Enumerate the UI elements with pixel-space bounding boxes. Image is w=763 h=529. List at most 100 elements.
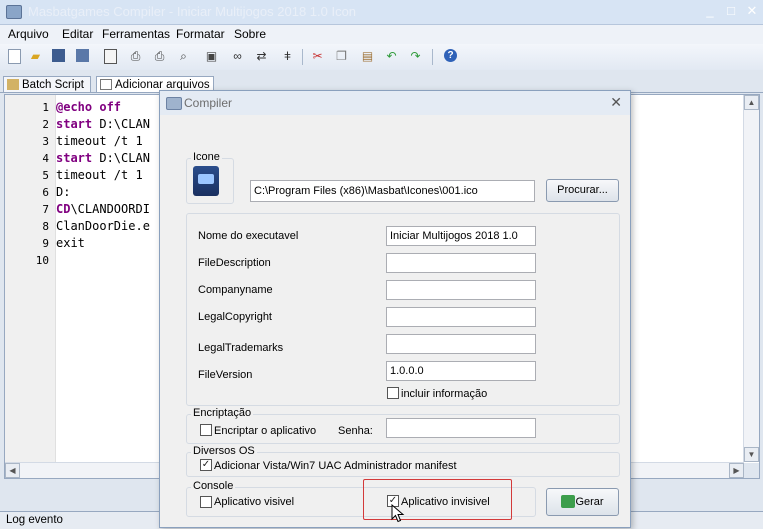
window-titlebar: Masbatgames Compiler - Iniciar Multijogo… (0, 0, 763, 25)
code-line: ClanDoorDie.e (56, 219, 150, 233)
icon-group-legend: Icone (191, 151, 222, 163)
code-line: timeout /t 1 (56, 134, 143, 148)
code-line: start D:\CLAN (56, 151, 150, 165)
print-icon[interactable]: ⎙ (128, 49, 143, 64)
nome-executavel-field[interactable]: Iniciar Multijogos 2018 1.0 (386, 226, 536, 246)
field-label-legaltrademarks: LegalTrademarks (198, 342, 284, 354)
menu-editar[interactable]: Editar (62, 27, 93, 41)
help-icon[interactable]: ? (444, 49, 457, 62)
vertical-scrollbar[interactable]: ▲ ▼ (743, 95, 759, 462)
dialog-app-icon (166, 97, 182, 110)
app-icon (6, 5, 22, 19)
code-line: exit (56, 236, 85, 250)
browse-button[interactable]: Procurar... (546, 179, 619, 202)
save-icon[interactable] (52, 49, 65, 62)
dialog-titlebar: Compiler ✕ (160, 91, 630, 115)
line-number: 4 (42, 152, 49, 165)
exe-icon-preview[interactable] (193, 166, 219, 196)
scroll-left-icon[interactable]: ◀ (5, 463, 20, 478)
files-icon (100, 79, 112, 90)
compiler-dialog: Compiler ✕ Icone C:\Program Files (x86)\… (159, 90, 631, 528)
toolbar-separator (302, 49, 303, 65)
code-line: CD\CLANDOORDI (56, 202, 150, 216)
field-label-nome: Nome do executavel (198, 230, 299, 242)
encryption-legend: Encriptação (191, 407, 254, 419)
fileversion-field[interactable]: 1.0.0.0 (386, 361, 536, 381)
toolbar-separator (432, 49, 433, 65)
legalcopyright-field[interactable] (386, 307, 536, 327)
companyname-field[interactable] (386, 280, 536, 300)
dialog-close-icon[interactable]: ✕ (610, 94, 622, 111)
line-number: 9 (42, 237, 49, 250)
replace-icon[interactable]: ⇄ (254, 49, 269, 64)
menu-formatar[interactable]: Formatar (176, 27, 225, 41)
uac-manifest-checkbox[interactable]: ✓ (200, 459, 212, 471)
encrypt-label: Encriptar o aplicativo (214, 425, 317, 437)
line-number: 7 (42, 203, 49, 216)
password-label: Senha: (338, 425, 373, 437)
line-number: 6 (42, 186, 49, 199)
window-title: Masbatgames Compiler - Iniciar Multijogo… (28, 4, 357, 19)
print-preview-icon[interactable]: ⎙ (152, 49, 167, 64)
legaltrademarks-field[interactable] (386, 334, 536, 354)
close-button[interactable]: ✕ (744, 3, 760, 19)
line-number: 5 (42, 169, 49, 182)
code-line: @echo off (56, 100, 122, 114)
tab-batch-script[interactable]: Batch Script (3, 76, 91, 92)
copy-icon[interactable]: ❐ (334, 49, 349, 64)
scroll-down-icon[interactable]: ▼ (744, 447, 759, 462)
password-field[interactable] (386, 418, 536, 438)
log-panel-label: Log evento (6, 514, 63, 526)
console-legend: Console (191, 480, 236, 492)
line-number: 3 (42, 135, 49, 148)
new-file-icon[interactable] (8, 49, 21, 64)
app-visible-label: Aplicativo visivel (214, 496, 295, 508)
icon-path-field[interactable]: C:\Program Files (x86)\Masbat\Icones\001… (250, 180, 535, 202)
menu-bar: Arquivo Editar Ferramentas Formatar Sobr… (0, 25, 763, 44)
line-number: 1 (42, 101, 49, 114)
minimize-button[interactable]: _ (702, 3, 718, 18)
line-number: 2 (42, 118, 49, 131)
mouse-cursor-icon (391, 504, 405, 523)
menu-arquivo[interactable]: Arquivo (8, 27, 49, 41)
filedescription-field[interactable] (386, 253, 536, 273)
include-info-label: incluir informação (401, 388, 488, 400)
code-line: D: (56, 185, 71, 199)
paste-icon[interactable]: ▤ (360, 49, 375, 64)
document-icon[interactable] (104, 49, 117, 64)
scroll-right-icon[interactable]: ▶ (729, 463, 744, 478)
menu-sobre[interactable]: Sobre (234, 27, 266, 41)
redo-icon[interactable]: ↷ (408, 49, 423, 64)
field-label-legalcopyright: LegalCopyright (198, 311, 272, 323)
app-visible-checkbox[interactable] (200, 496, 212, 508)
generate-label: Gerar (575, 496, 604, 508)
search-binoculars-icon[interactable]: ∞ (230, 49, 245, 64)
script-icon (7, 79, 19, 90)
save-all-icon[interactable] (76, 49, 89, 62)
uac-manifest-label: Adicionar Vista/Win7 UAC Administrador m… (214, 460, 457, 472)
format-icon[interactable]: ǂ (280, 49, 295, 64)
find-icon[interactable]: ⌕ (176, 49, 191, 64)
icon-group: Icone (186, 151, 234, 204)
undo-icon[interactable]: ↶ (384, 49, 399, 64)
line-number: 8 (42, 220, 49, 233)
highlight-box (363, 479, 512, 520)
scroll-corner (744, 463, 759, 478)
maximize-button[interactable]: □ (723, 3, 739, 18)
cut-icon[interactable]: ✂ (310, 49, 325, 64)
open-folder-icon[interactable]: ▰ (28, 49, 43, 64)
field-label-filedescription: FileDescription (198, 257, 271, 269)
generate-icon (561, 495, 575, 508)
field-label-companyname: Companyname (198, 284, 273, 296)
code-line: timeout /t 1 (56, 168, 143, 182)
toolbar: ▰ ⎙ ⎙ ⌕ ▣ ∞ ⇄ ǂ ✂ ❐ ▤ ↶ ↷ ? (0, 44, 763, 71)
include-info-checkbox[interactable] (387, 387, 399, 399)
generate-button[interactable]: Gerar (546, 488, 619, 516)
encrypt-checkbox[interactable] (200, 424, 212, 436)
os-legend: Diversos OS (191, 445, 257, 457)
menu-ferramentas[interactable]: Ferramentas (102, 27, 170, 41)
scroll-up-icon[interactable]: ▲ (744, 95, 759, 110)
line-number: 10 (35, 254, 49, 267)
find-in-files-icon[interactable]: ▣ (204, 49, 219, 64)
line-number-gutter: 1 2 3 4 5 6 7 8 9 10 (5, 95, 56, 478)
